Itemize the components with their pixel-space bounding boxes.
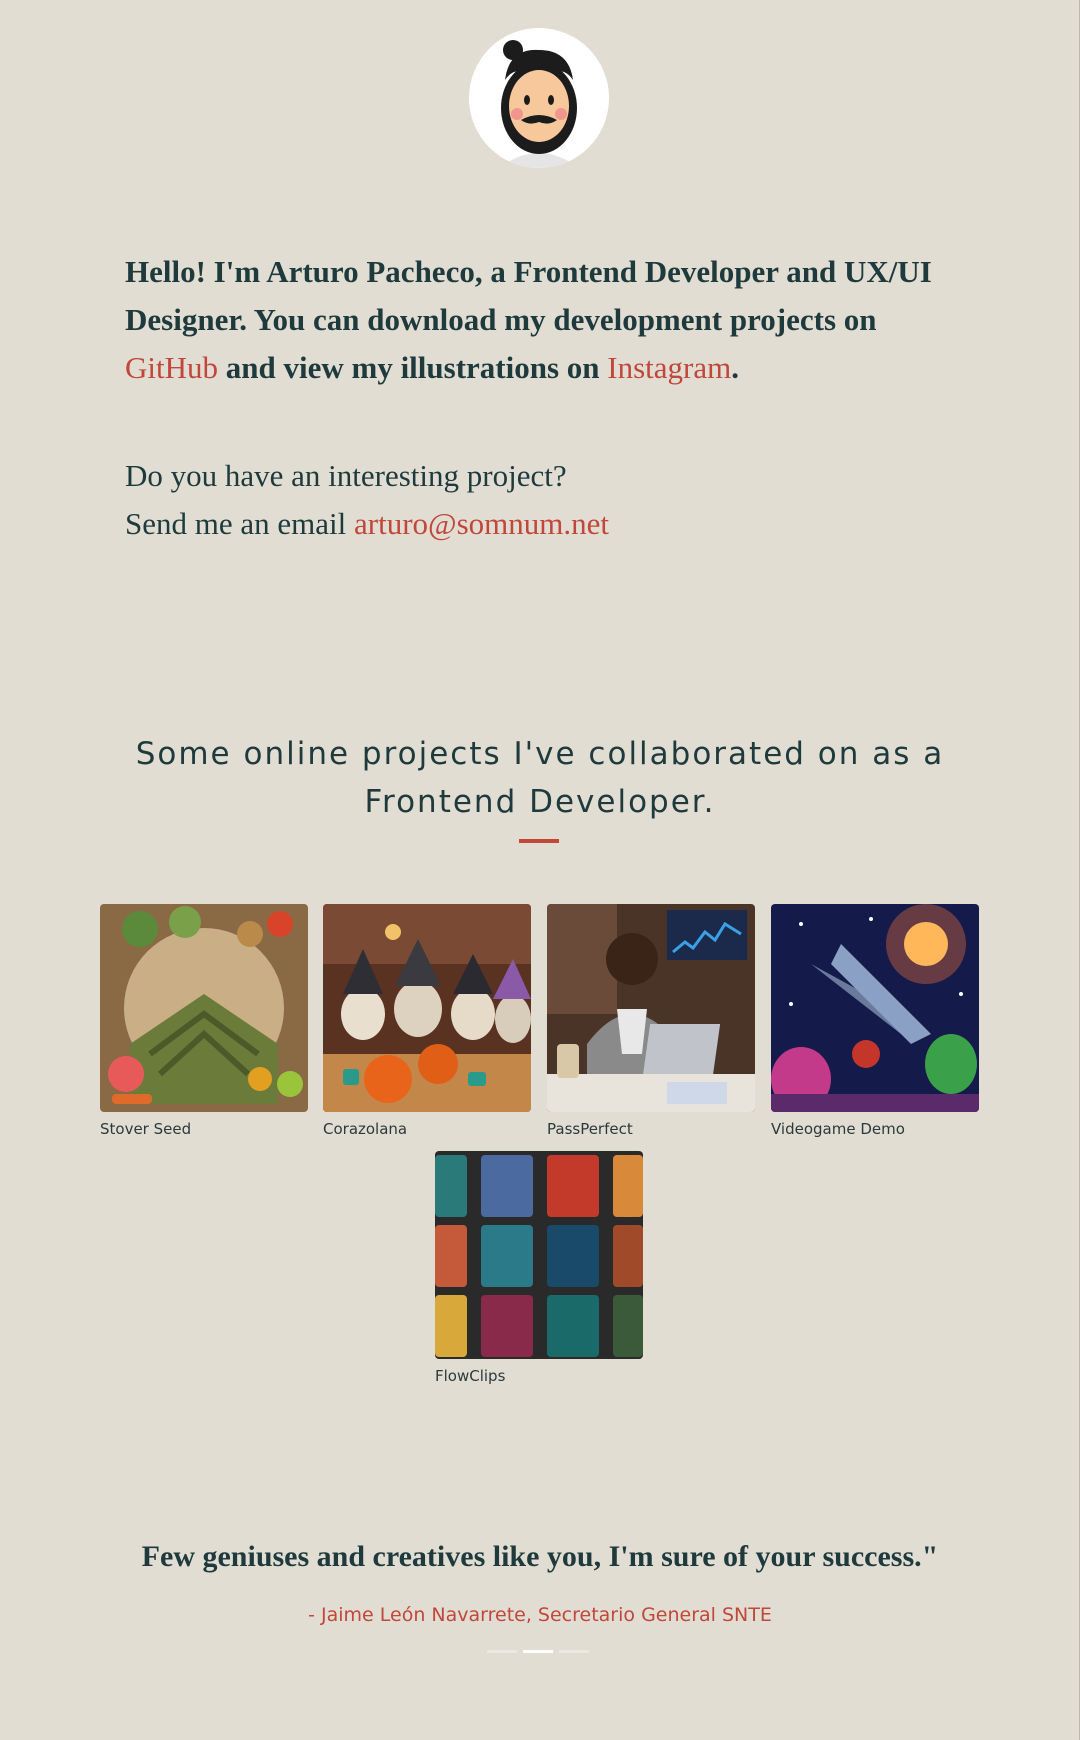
project-card-corazolana[interactable]: Corazolana [323, 904, 531, 1138]
project-thumbnail[interactable] [547, 904, 755, 1112]
intro-text-3: . [731, 350, 739, 385]
project-caption[interactable]: Videogame Demo [771, 1120, 979, 1138]
project-thumbnail[interactable] [435, 1151, 643, 1359]
project-caption[interactable]: Corazolana [323, 1120, 531, 1138]
carousel-dot[interactable] [487, 1650, 517, 1653]
avatar [469, 28, 609, 168]
testimonial-quote: Few geniuses and creatives like you, I'm… [141, 1540, 939, 1573]
contact-prompt: Send me an email [125, 506, 354, 541]
carousel-dot-active[interactable] [523, 1650, 553, 1653]
contact-paragraph: Do you have an interesting project? Send… [125, 452, 965, 548]
project-caption[interactable]: FlowClips [435, 1367, 643, 1385]
project-card-passperfect[interactable]: PassPerfect [547, 904, 755, 1138]
email-link[interactable]: arturo@somnum.net [354, 506, 609, 541]
cartoon-face-icon [469, 28, 609, 168]
project-card-stover-seed[interactable]: Stover Seed [100, 904, 308, 1138]
contact-question: Do you have an interesting project? [125, 458, 567, 493]
project-thumbnail[interactable] [771, 904, 979, 1112]
project-thumbnail[interactable] [323, 904, 531, 1112]
carousel-dot[interactable] [559, 1650, 589, 1653]
project-caption[interactable]: Stover Seed [100, 1120, 308, 1138]
intro-text-2: and view my illustrations on [218, 350, 608, 385]
project-card-flowclips[interactable]: FlowClips [435, 1151, 643, 1385]
carousel-indicators [487, 1650, 589, 1653]
intro-paragraph: Hello! I'm Arturo Pacheco, a Frontend De… [125, 248, 965, 392]
projects-heading: Some online projects I've collaborated o… [135, 736, 945, 820]
heading-underline [519, 839, 559, 843]
instagram-link[interactable]: Instagram [607, 350, 731, 385]
intro-text-1: Hello! I'm Arturo Pacheco, a Frontend De… [125, 254, 932, 337]
project-caption[interactable]: PassPerfect [547, 1120, 755, 1138]
contact-line: Send me an email arturo@somnum.net [125, 500, 965, 548]
github-link[interactable]: GitHub [125, 350, 218, 385]
project-card-videogame-demo[interactable]: Videogame Demo [771, 904, 979, 1138]
testimonial-author: - Jaime León Navarrete, Secretario Gener… [308, 1604, 772, 1626]
project-thumbnail[interactable] [100, 904, 308, 1112]
